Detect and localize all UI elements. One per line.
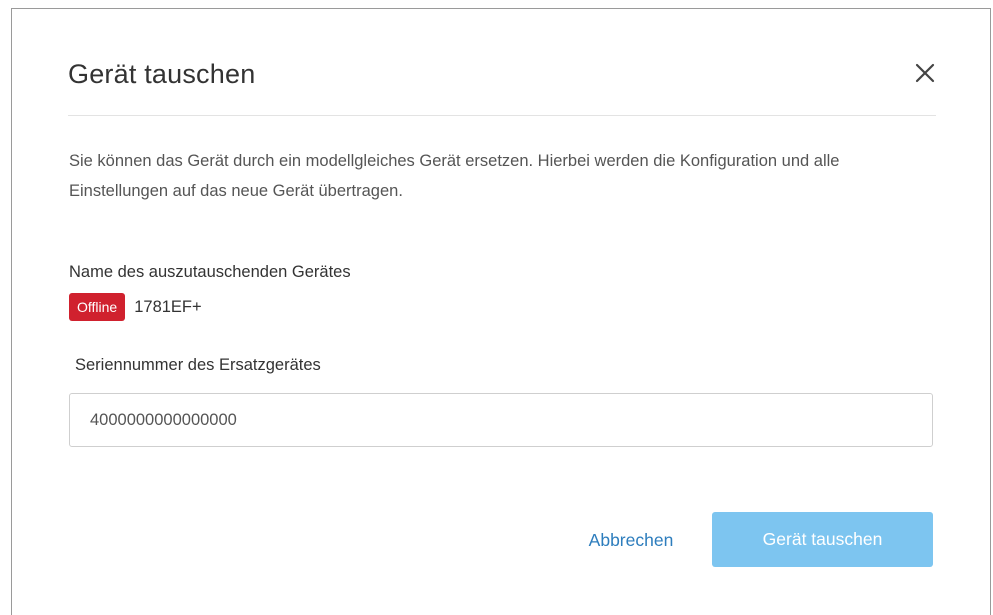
dialog-description: Sie können das Gerät durch ein modellgle… <box>69 152 840 200</box>
replace-device-button[interactable]: Gerät tauschen <box>712 512 933 567</box>
close-button[interactable] <box>908 56 942 90</box>
header-divider <box>68 115 936 116</box>
serial-number-input[interactable] <box>69 393 933 447</box>
device-name-label: Name des auszutauschenden Gerätes <box>69 263 351 281</box>
dialog-title: Gerät tauschen <box>68 59 256 89</box>
serial-number-label: Seriennummer des Ersatzgerätes <box>75 356 321 374</box>
page: Gerät tauschen Sie können das Gerät durc… <box>0 0 993 615</box>
cancel-button[interactable]: Abbrechen <box>566 513 696 567</box>
device-row: Offline 1781EF+ <box>69 293 202 321</box>
close-icon <box>915 63 935 83</box>
status-badge: Offline <box>69 293 126 321</box>
device-name-value: 1781EF+ <box>134 297 202 316</box>
